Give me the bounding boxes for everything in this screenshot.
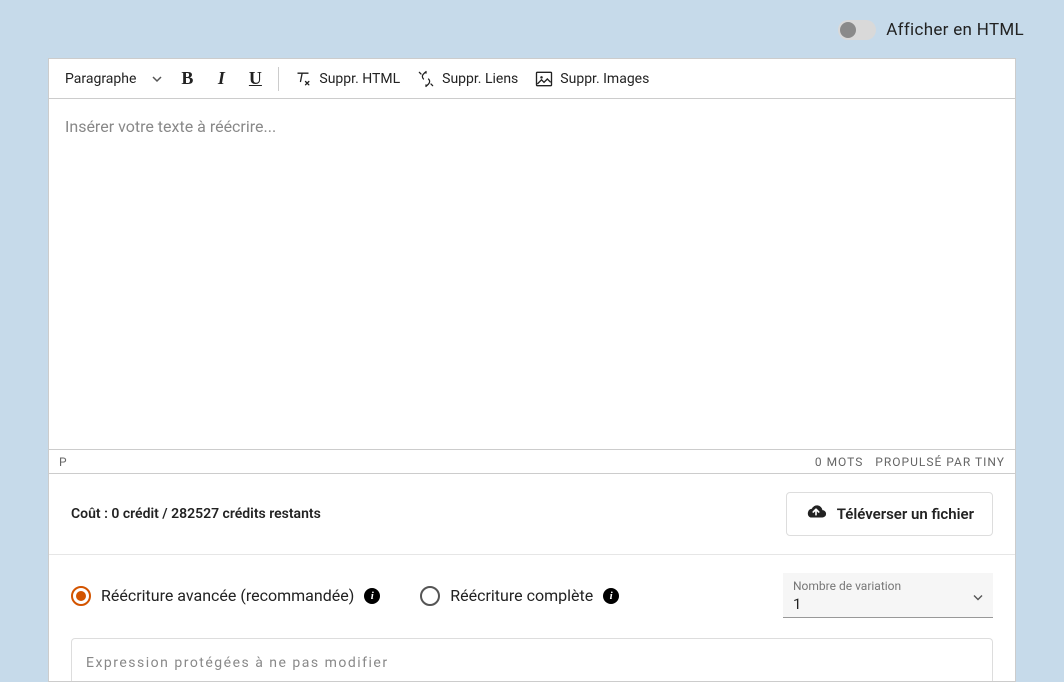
rewrite-mode-group: Réécriture avancée (recommandée) i Réécr… [71,586,619,606]
underline-button[interactable]: U [238,64,272,94]
bold-button[interactable]: B [170,64,204,94]
editor-placeholder: Insérer votre texte à réécrire... [65,117,999,136]
editor-status-bar: P 0 MOTS PROPULSÉ PAR TINY [49,449,1015,473]
radio-checked-icon [71,586,91,606]
remove-links-button[interactable]: Suppr. Liens [408,64,526,94]
italic-button[interactable]: I [204,64,238,94]
format-dropdown-label: Paragraphe [65,71,136,87]
radio-advanced[interactable]: Réécriture avancée (recommandée) i [71,586,380,606]
html-view-toggle[interactable] [838,20,876,40]
toolbar-divider [278,67,279,91]
radio-unchecked-icon [420,586,440,606]
options-row: Réécriture avancée (recommandée) i Réécr… [49,555,1015,638]
format-dropdown[interactable]: Paragraphe [57,59,170,98]
editor-textarea[interactable]: Insérer votre texte à réécrire... [49,99,1015,449]
variation-label: Nombre de variation [793,579,983,593]
remove-html-label: Suppr. HTML [319,71,400,87]
variation-value: 1 [793,595,983,613]
radio-advanced-label: Réécriture avancée (recommandée) [101,586,354,605]
remove-images-label: Suppr. Images [560,71,649,87]
remove-html-button[interactable]: Suppr. HTML [285,64,408,94]
chevron-down-icon [152,74,162,84]
remove-links-label: Suppr. Liens [442,71,518,87]
word-count: 0 MOTS [815,455,864,469]
cost-text: Coût : 0 crédit / 282527 crédits restant… [71,506,321,522]
variation-dropdown[interactable]: Nombre de variation 1 [783,573,993,618]
caret-down-icon [973,586,983,605]
unlink-icon [416,69,436,89]
info-icon[interactable]: i [364,588,380,604]
editor-toolbar: Paragraphe B I U Suppr. HTML Suppr. Lien… [49,59,1015,99]
toggle-label: Afficher en HTML [886,20,1024,40]
element-path: P [59,455,67,469]
editor-panel: Paragraphe B I U Suppr. HTML Suppr. Lien… [48,58,1016,474]
status-right: 0 MOTS PROPULSÉ PAR TINY [815,455,1005,469]
image-icon [534,69,554,89]
radio-complete[interactable]: Réécriture complète i [420,586,619,606]
cloud-upload-icon [805,501,827,527]
cost-row: Coût : 0 crédit / 282527 crédits restant… [49,474,1015,555]
powered-by: PROPULSÉ PAR TINY [875,455,1005,469]
upload-button-label: Téléverser un fichier [837,505,974,523]
options-panel: Coût : 0 crédit / 282527 crédits restant… [48,474,1016,682]
upload-file-button[interactable]: Téléverser un fichier [786,492,993,536]
radio-complete-label: Réécriture complète [450,586,593,605]
info-icon[interactable]: i [603,588,619,604]
toggle-knob [840,22,856,38]
remove-images-button[interactable]: Suppr. Images [526,64,657,94]
clear-format-icon [293,69,313,89]
